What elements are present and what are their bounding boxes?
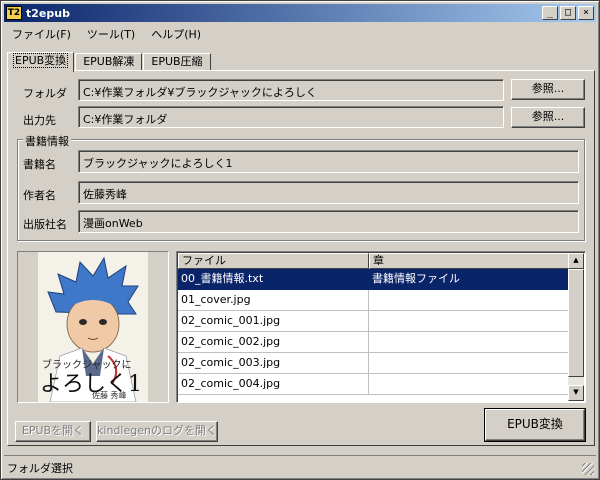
vertical-scrollbar[interactable]: ▲ ▼ [568,253,584,401]
author-field[interactable]: 佐藤秀峰 [78,181,579,204]
chapter-cell [369,332,569,353]
output-browse-button[interactable]: 参照... [511,107,585,128]
chapter-cell [369,290,569,311]
chapter-cell [369,353,569,374]
table-row[interactable]: 02_comic_002.jpg [178,332,569,353]
chapter-cell [369,374,569,395]
book-info-title: 書籍情報 [23,133,71,149]
chapter-cell [369,311,569,332]
column-header-file[interactable]: ファイル [178,253,369,269]
epub-convert-button[interactable]: EPUB変換 [484,408,586,442]
scrollbar-thumb[interactable] [568,269,584,377]
author-label: 作者名 [23,189,56,202]
file-cell: 02_comic_002.jpg [178,332,369,353]
file-cell: 02_comic_001.jpg [178,311,369,332]
publisher-field[interactable]: 漫画onWeb [78,210,579,233]
menu-tools[interactable]: ツール(T) [79,26,143,42]
folder-browse-button[interactable]: 参照... [511,79,585,100]
maximize-button[interactable]: □ [560,6,576,20]
tab-strip: EPUB変換 EPUB解凍 EPUB圧縮 [7,51,212,72]
table-row[interactable]: 02_comic_003.jpg [178,353,569,374]
tab-epub-convert[interactable]: EPUB変換 [7,52,75,72]
file-cell: 00_書籍情報.txt [178,269,369,290]
file-cell: 02_comic_003.jpg [178,353,369,374]
output-label: 出力先 [23,114,56,127]
menu-file[interactable]: ファイル(F) [4,26,79,42]
cover-author-text: 佐藤 秀峰 [92,391,127,400]
scroll-down-icon[interactable]: ▼ [568,385,584,401]
table-row[interactable]: 00_書籍情報.txt 書籍情報ファイル [178,269,569,290]
table-row[interactable]: 01_cover.jpg [178,290,569,311]
tab-label: EPUB解凍 [83,55,135,68]
window-controls: _ □ × [540,6,594,20]
publisher-label: 出版社名 [23,218,67,231]
window-title: t2epub [26,6,70,20]
open-epub-button[interactable]: EPUBを開く [15,421,91,442]
status-text: フォルダ選択 [7,462,73,475]
table-row[interactable]: 02_comic_004.jpg [178,374,569,395]
table-row[interactable]: 02_comic_001.jpg [178,311,569,332]
file-list[interactable]: ファイル 章 00_書籍情報.txt 書籍情報ファイル 01_cover.jpg… [176,251,586,403]
chapter-cell: 書籍情報ファイル [369,269,569,290]
file-cell: 01_cover.jpg [178,290,369,311]
tab-epub-compress[interactable]: EPUB圧縮 [143,53,211,71]
menu-bar: ファイル(F) ツール(T) ヘルプ(H) [4,23,209,45]
book-title-field[interactable]: ブラックジャックによろしく1 [78,150,579,173]
app-window: T2 t2epub _ □ × ファイル(F) ツール(T) ヘルプ(H) EP… [0,0,600,480]
scroll-up-icon[interactable]: ▲ [568,253,584,269]
cover-preview-frame: ブラックジャックに よろしく1 佐藤 秀峰 [17,251,169,403]
tab-epub-extract[interactable]: EPUB解凍 [75,53,143,71]
close-button[interactable]: × [578,6,594,20]
title-bar[interactable]: T2 t2epub _ □ × [4,4,596,22]
minimize-button[interactable]: _ [542,6,558,20]
tab-label: EPUB変換 [13,53,69,68]
resize-grip-icon[interactable] [582,463,594,475]
app-logo-icon: T2 [6,6,22,20]
open-kindlegen-log-button[interactable]: kindlegenのログを開く [96,421,218,442]
tab-label: EPUB圧縮 [151,55,203,68]
menu-help[interactable]: ヘルプ(H) [143,26,209,42]
column-header-chapter[interactable]: 章 [369,253,569,269]
book-title-label: 書籍名 [23,158,56,171]
file-cell: 02_comic_004.jpg [178,374,369,395]
file-list-header: ファイル 章 [178,253,569,269]
folder-field[interactable]: C:¥作業フォルダ¥ブラックジャックによろしく [78,79,504,101]
output-field[interactable]: C:¥作業フォルダ [78,106,504,128]
status-bar: フォルダ選択 [4,455,596,477]
folder-label: フォルダ [23,87,67,100]
cover-image: ブラックジャックに よろしく1 佐藤 秀峰 [38,252,148,402]
